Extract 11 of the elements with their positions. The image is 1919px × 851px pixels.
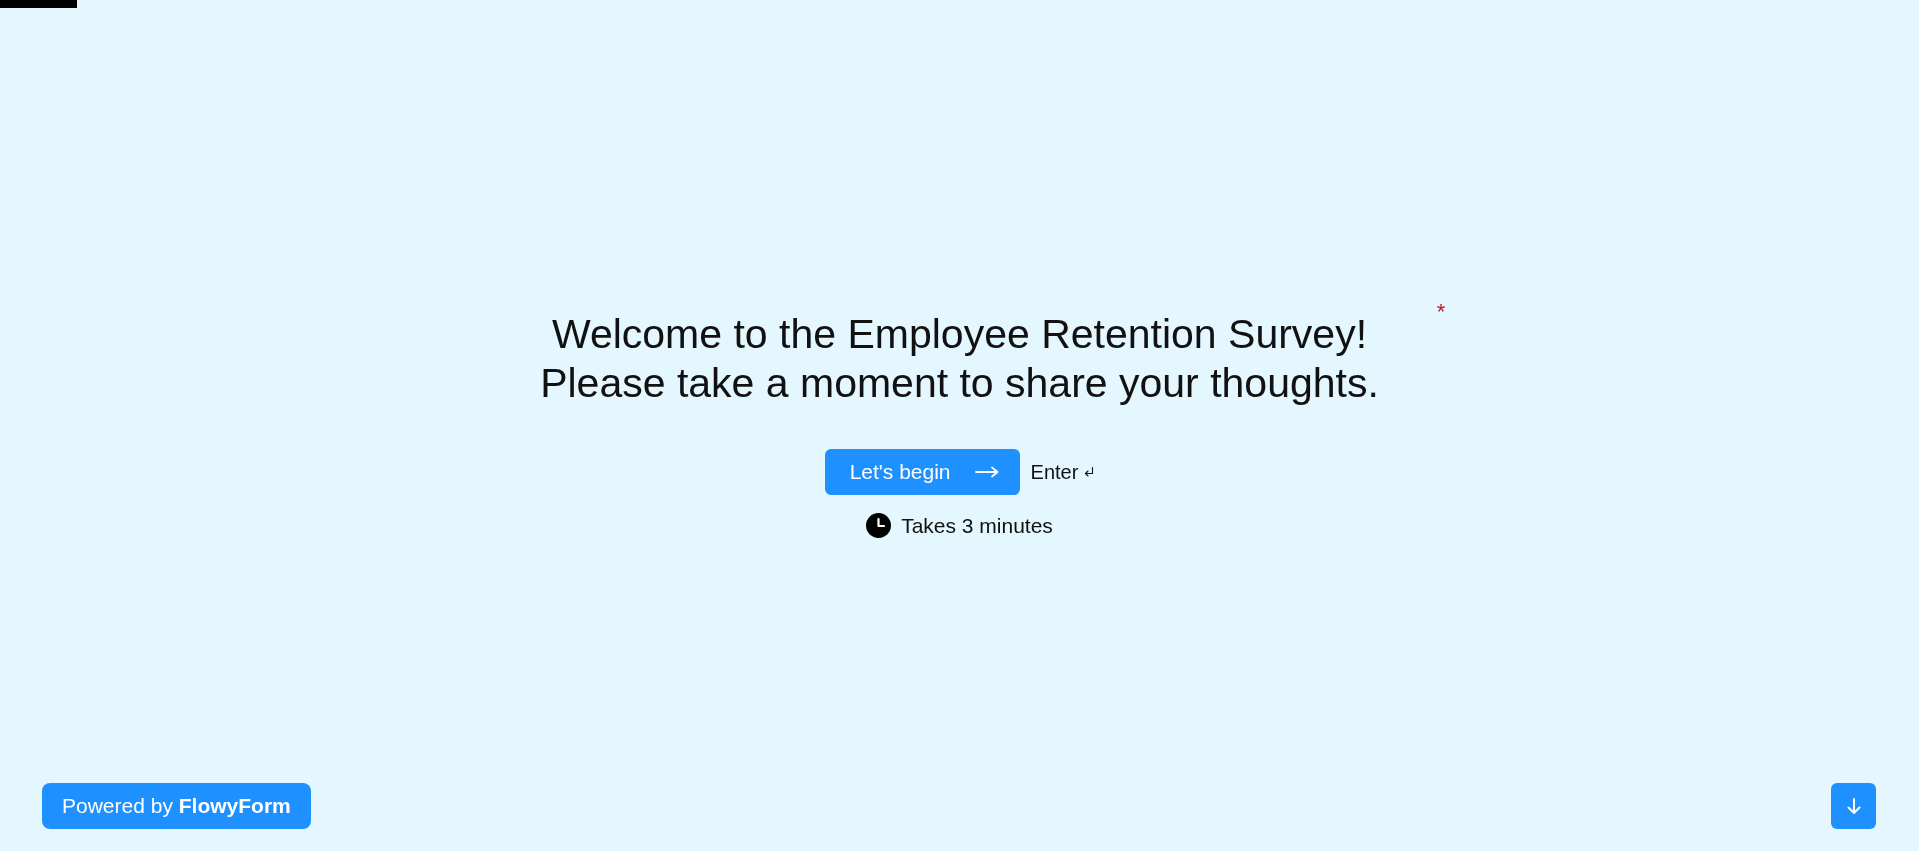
enter-key-hint: Enter	[1030, 459, 1079, 485]
branding-link[interactable]: Powered by FlowyForm	[42, 783, 311, 829]
scroll-down-button[interactable]	[1831, 783, 1876, 829]
duration-text: Takes 3 minutes	[901, 512, 1053, 539]
welcome-heading: Welcome to the Employee Retention Survey! Please take a moment to share your thoughts.	[540, 309, 1379, 408]
arrow-down-icon	[1846, 798, 1861, 814]
return-key-icon	[1084, 467, 1095, 479]
required-asterisk: *	[1436, 299, 1446, 324]
start-button[interactable]: Let's begin	[824, 448, 1020, 495]
arrow-right-icon	[974, 465, 999, 478]
clock-icon	[866, 513, 892, 538]
